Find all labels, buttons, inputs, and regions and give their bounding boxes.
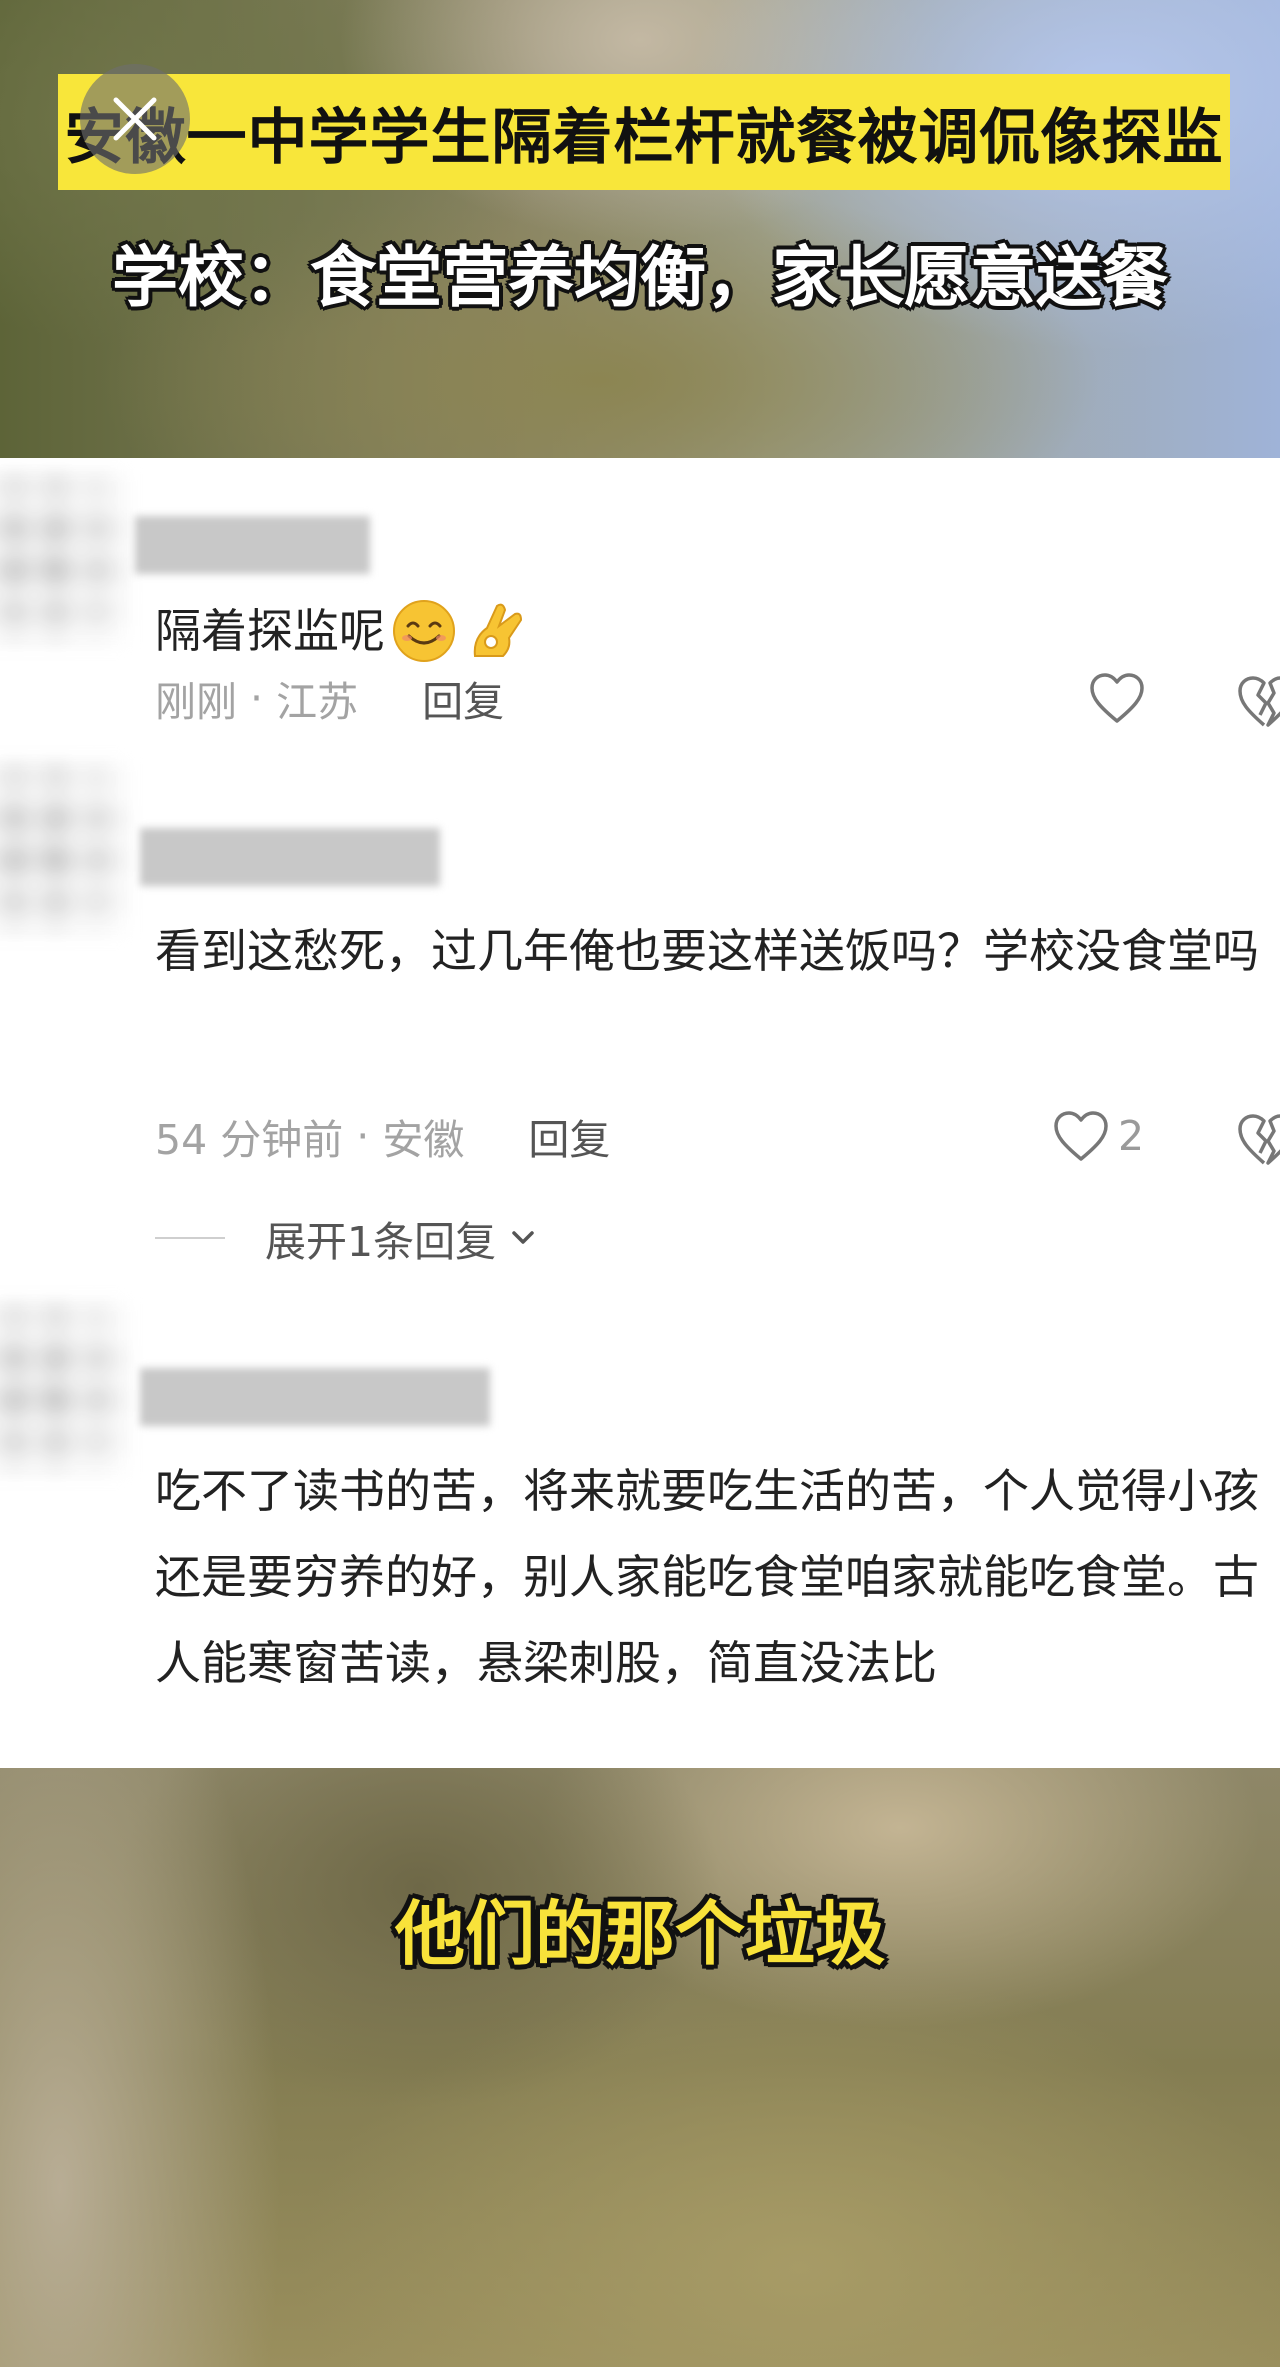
close-icon — [113, 97, 157, 141]
comment-location: 安徽 — [382, 1116, 465, 1164]
comment-text: 吃不了读书的苦，将来就要吃生活的苦，个人觉得小孩还是要穷养的好，别人家能吃食堂咱… — [155, 1464, 1259, 1690]
close-button[interactable] — [80, 64, 190, 174]
video-subtitle: 他们的那个垃圾 — [395, 1892, 885, 1975]
dislike-icon[interactable] — [1236, 1109, 1280, 1169]
avatar[interactable] — [0, 1298, 130, 1478]
comment-item: 看到这愁死，过几年俺也要这样送饭吗？学校没食堂吗 54 分钟前 · 安徽 回复 … — [0, 758, 1280, 1278]
heart-icon — [1090, 673, 1144, 723]
expand-divider-line — [155, 1237, 225, 1239]
username-blurred[interactable] — [140, 828, 440, 886]
comment-text: 隔着探监呢 — [155, 588, 1275, 674]
comment-body: 隔着探监呢 — [155, 604, 385, 658]
avatar[interactable] — [0, 468, 130, 648]
avatar[interactable] — [0, 758, 130, 938]
comment-meta: 刚刚 · 江苏 回复 — [155, 668, 504, 728]
comment-item: 隔着探监呢 刚刚 · 江苏 回复 — [0, 458, 1280, 758]
expand-replies-label: 展开1条回复 — [265, 1218, 497, 1266]
comment-panel: 隔着探监呢 刚刚 · 江苏 回复 看到这愁死，过几年俺也要这样送饭吗？学校没食堂… — [0, 458, 1280, 1768]
video-top-area: 安徽一中学学生隔着栏杆就餐被调侃像探监 学校：食堂营养均衡，家长愿意送餐 — [0, 0, 1280, 458]
like-button[interactable]: 2 — [1052, 1106, 1144, 1166]
reply-button[interactable]: 回复 — [422, 668, 504, 728]
like-button[interactable] — [1088, 668, 1154, 728]
meta-separator: · — [343, 1112, 383, 1160]
expand-replies-button[interactable]: 展开1条回复 — [155, 1208, 540, 1268]
comment-location: 江苏 — [276, 678, 359, 726]
comment-time: 54 分钟前 — [155, 1116, 344, 1164]
ok-hand-emoji — [473, 603, 523, 657]
comment-time: 刚刚 — [155, 678, 237, 726]
comment-text: 看到这愁死，过几年俺也要这样送饭吗？学校没食堂吗 — [155, 924, 1259, 978]
heart-icon — [1054, 1111, 1108, 1161]
username-blurred[interactable] — [140, 1368, 490, 1426]
chevron-down-icon — [512, 1231, 534, 1244]
comment-item: 吃不了读书的苦，将来就要吃生活的苦，个人觉得小孩还是要穷养的好，别人家能吃食堂咱… — [0, 1278, 1280, 1768]
video-headline-banner: 安徽一中学学生隔着栏杆就餐被调侃像探监 — [58, 74, 1230, 190]
smiling-face-emoji — [393, 600, 455, 662]
meta-separator: · — [237, 674, 277, 722]
reply-button[interactable]: 回复 — [528, 1106, 610, 1166]
video-headline-subheading: 学校：食堂营养均衡，家长愿意送餐 — [112, 239, 1168, 316]
dislike-icon[interactable] — [1236, 671, 1280, 731]
video-bottom-area: 他们的那个垃圾 — [0, 1768, 1280, 2367]
comment-meta: 54 分钟前 · 安徽 回复 — [155, 1106, 610, 1166]
username-blurred[interactable] — [135, 516, 370, 574]
like-count: 2 — [1118, 1112, 1145, 1160]
